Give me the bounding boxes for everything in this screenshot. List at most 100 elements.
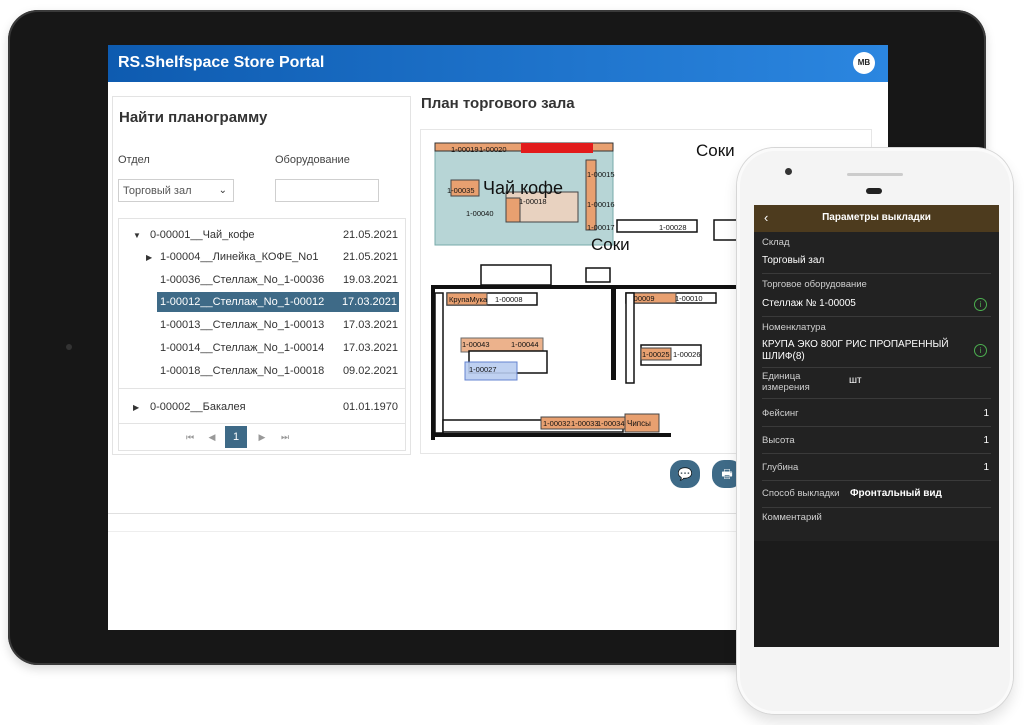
facing-label: Фейсинг (762, 408, 799, 419)
info-icon[interactable]: i (974, 298, 987, 311)
search-panel: Найти планограмму Отдел Оборудование Тор… (112, 96, 411, 455)
phone-screen: ‹ Параметры выкладки Склад Торговый зал … (754, 205, 999, 647)
tree-node[interactable]: 1-00018__Стеллаж_No_1-00018 09.02.2021 (119, 361, 405, 381)
tree-node[interactable]: 1-00013__Стеллаж_No_1-00013 17.03.2021 (119, 315, 405, 335)
shelf-label: 1-00033 (571, 419, 599, 428)
divider (762, 398, 991, 399)
search-title: Найти планограмму (119, 109, 268, 126)
divider (762, 480, 991, 481)
shelf-rect[interactable] (625, 292, 635, 384)
divider (762, 316, 991, 317)
phone-header: ‹ Параметры выкладки (754, 205, 999, 232)
height-label: Высота (762, 435, 795, 446)
shelf-label: 1-00020 (479, 145, 507, 154)
shelf-label: 1-00017 (587, 223, 615, 232)
method-value: Фронтальный вид (850, 488, 942, 499)
phone-sensor (866, 188, 882, 194)
comment-button[interactable]: 💬 (670, 460, 700, 488)
equipment-value: Стеллаж № 1-00005 (762, 298, 856, 309)
dept-select[interactable]: Торговый зал ⌄ (118, 179, 234, 202)
shelf-label: 1-00035 (447, 186, 475, 195)
divider (119, 388, 405, 389)
camera-dot (66, 344, 72, 350)
app-title: RS.Shelfspace Store Portal (118, 54, 325, 71)
equipment-label: Оборудование (275, 154, 350, 166)
nomenclature-value: КРУПА ЭКО 800Г РИС ПРОПАРЕННЫЙ ШЛИФ(8) (762, 339, 949, 362)
caret-down-icon[interactable]: ▼ (133, 226, 141, 246)
page-button[interactable]: 1 (225, 426, 247, 448)
shelf-label: КрупаМука (449, 295, 488, 304)
shelf-label: 1-00028 (659, 223, 687, 232)
phone-speaker (847, 173, 903, 176)
shelf-label: 1-00044 (511, 340, 539, 349)
method-label: Способ выкладки (762, 488, 840, 499)
facing-value: 1 (983, 408, 989, 419)
info-icon[interactable]: i (974, 344, 987, 357)
equipment-label: Торговое оборудование (762, 279, 867, 290)
wall (431, 433, 671, 437)
caret-right-icon[interactable]: ▶ (146, 248, 152, 268)
shelf-label: 1-00016 (587, 200, 615, 209)
shelf-label: 1-00018 (519, 197, 547, 206)
shelf-label: 1-00032 (543, 419, 571, 428)
printer-icon: 🖶 (721, 467, 733, 481)
pagination: ⏮ ◀ 1 ▶ ⏭ (119, 425, 405, 449)
planogram-tree: ▼ 0-00001__Чай_кофе 21.05.2021 ▶ 1-00004… (118, 218, 406, 451)
zone-label: Соки (696, 141, 735, 160)
depth-value: 1 (983, 462, 989, 473)
tree-node-selected[interactable]: 1-00012__Стеллаж_No_1-00012 17.03.2021 (157, 292, 399, 312)
caret-right-icon[interactable]: ▶ (133, 398, 139, 418)
plan-title: План торгового зала (421, 95, 575, 112)
warehouse-value: Торговый зал (762, 255, 825, 266)
shelf-rect[interactable] (480, 264, 552, 286)
shelf-label: 1-00025 (642, 350, 670, 359)
divider (762, 453, 991, 454)
shelf-rect[interactable] (434, 292, 444, 434)
shelf-label: Чипсы (627, 419, 651, 428)
shelf-label: 1-00008 (495, 295, 523, 304)
chat-bubble-icon: 💬 (677, 467, 693, 481)
height-value: 1 (983, 435, 989, 446)
shelf-label: 1-00040 (466, 209, 494, 218)
last-page-icon[interactable]: ⏭ (274, 426, 296, 448)
shelf-rect-red[interactable] (521, 143, 593, 153)
warehouse-label: Склад (762, 237, 790, 248)
phone-empty-area (754, 541, 999, 647)
shelf-rect[interactable] (505, 197, 521, 223)
next-page-icon[interactable]: ▶ (251, 426, 273, 448)
divider (762, 507, 991, 508)
app-header: RS.Shelfspace Store Portal MB (108, 45, 888, 82)
divider (119, 423, 405, 424)
tree-node[interactable]: ▶ 1-00004__Линейка_КОФЕ_No1 21.05.2021 (119, 247, 405, 267)
depth-label: Глубина (762, 462, 799, 473)
nomenclature-label: Номенклатура (762, 322, 826, 333)
unit-value: шт (849, 375, 862, 386)
dept-select-value: Торговый зал (123, 185, 192, 197)
dept-label: Отдел (118, 154, 150, 166)
tree-node[interactable]: 1-00014__Стеллаж_No_1-00014 17.03.2021 (119, 338, 405, 358)
divider (762, 367, 991, 368)
shelf-label: 1-00043 (462, 340, 490, 349)
phone-frame: ‹ Параметры выкладки Склад Торговый зал … (737, 148, 1013, 714)
shelf-label: 1-00010 (675, 294, 703, 303)
zone-label: Соки (591, 235, 630, 254)
phone-title: Параметры выкладки (822, 212, 931, 223)
tree-node[interactable]: ▼ 0-00001__Чай_кофе 21.05.2021 (119, 225, 405, 245)
equipment-input[interactable] (275, 179, 379, 202)
chevron-down-icon: ⌄ (218, 185, 227, 196)
avatar[interactable]: MB (853, 52, 875, 74)
shelf-label: 1-00027 (469, 365, 497, 374)
divider (762, 426, 991, 427)
shelf-rect[interactable] (585, 267, 611, 283)
prev-page-icon[interactable]: ◀ (201, 426, 223, 448)
tree-node[interactable]: ▶ 0-00002__Бакалея 01.01.1970 (119, 397, 405, 417)
first-page-icon[interactable]: ⏮ (179, 426, 201, 448)
wall (611, 285, 616, 380)
shelf-label: 1-00019 (451, 145, 479, 154)
comment-label: Комментарий (762, 512, 822, 523)
unit-label: Единица измерения (762, 371, 810, 393)
divider (762, 273, 991, 274)
shelf-label: 1-00034 (597, 419, 625, 428)
phone-camera (785, 168, 792, 175)
tree-node[interactable]: 1-00036__Стеллаж_No_1-00036 19.03.2021 (119, 270, 405, 290)
